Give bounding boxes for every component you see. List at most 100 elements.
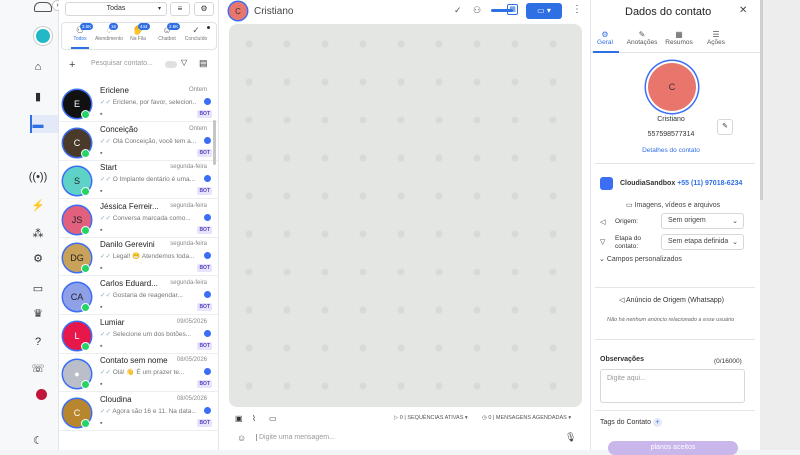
new-conversation-button[interactable]: + — [69, 59, 75, 71]
actions-icon: ☰ — [712, 30, 720, 39]
contact-name: Lumiar — [100, 317, 125, 327]
contact-date: 09/05/2026 — [176, 318, 207, 325]
ticket-icon[interactable]: ▭ — [31, 282, 45, 296]
search-input[interactable]: Pesquisar contato... — [91, 60, 153, 67]
unread-indicator — [204, 175, 211, 183]
contact-row[interactable]: E Ericlene Ontem ✓✓ Ericlene, por favor,… — [59, 84, 218, 122]
bot-badge: BOT — [197, 264, 212, 273]
contact-row[interactable]: S Start segunda-feira ✓✓ O Implante dent… — [59, 161, 218, 200]
menu-button[interactable]: ≡ — [170, 2, 190, 16]
contact-name: Cloudina — [100, 394, 132, 404]
custom-fields-toggle[interactable]: ⌄ Campos personalizados — [599, 255, 682, 263]
microphone-icon[interactable]: 🎙 — [565, 432, 576, 443]
whatsapp-icon — [81, 225, 90, 235]
bot-badge: BOT — [197, 110, 212, 118]
settings-button[interactable]: ⚙ — [194, 2, 214, 16]
contact-row[interactable]: L Lumiar 09/05/2026 ✓✓ Selecione um dos … — [59, 316, 218, 354]
media-files-link[interactable]: ▭ Imagens, vídeos e arquivos — [626, 201, 720, 209]
add-tag-button[interactable]: + — [652, 418, 662, 427]
chart-icon[interactable]: ▮ — [31, 90, 45, 104]
edit-contact-button[interactable]: ✎ — [717, 119, 733, 135]
contact-date: Ontem — [188, 87, 207, 93]
crown-icon[interactable]: ♛ — [31, 307, 45, 321]
contact-row[interactable]: C Cloudina 08/05/2026 ✓✓ Agora são 16 e … — [59, 393, 218, 431]
scheduled-label: MENSAGENS AGENDADAS — [495, 415, 567, 421]
tab-ações[interactable]: ☰ Ações — [697, 30, 735, 46]
quick-reply-icon[interactable]: ▭ — [269, 414, 277, 423]
contact-name: Contato sem nome — [100, 356, 168, 366]
stage-select[interactable]: Sem etapa definida ⌄ — [661, 234, 744, 250]
users-icon[interactable]: ⚇ — [473, 5, 481, 16]
whatsapp-icon — [81, 418, 90, 428]
megaphone-icon: ◁ — [600, 219, 606, 226]
chat-contact-avatar[interactable]: C — [229, 2, 247, 20]
list-scrollbar[interactable] — [213, 120, 216, 165]
broadcast-icon[interactable]: ((•)) — [29, 170, 48, 184]
conversation-filter-select[interactable]: Todas ▾ — [65, 2, 167, 16]
bot-badge: BOT — [197, 303, 212, 311]
user-avatar[interactable] — [34, 27, 52, 45]
funnel-icon: ▽ — [600, 239, 606, 246]
tab-geral[interactable]: ⚙ Geral — [586, 30, 624, 46]
origin-select[interactable]: Sem origem ⌄ — [661, 213, 744, 229]
support-icon[interactable]: ☏ — [31, 362, 45, 376]
emoji-icon[interactable]: ☺ — [237, 433, 246, 443]
tab-label: Atendimento — [94, 36, 124, 42]
chat-icon[interactable]: ▬ — [31, 118, 45, 132]
calendar-icon[interactable]: ▦ — [507, 4, 518, 15]
ad-title-text: Anúncio de Origem (Whatsapp) — [625, 297, 724, 304]
gear-icon: ⚙ — [601, 30, 609, 39]
tab-na-fila[interactable]: ✋ Na Fila 444 — [123, 23, 153, 48]
last-message: ✓✓ Gostaria de reagendar... — [100, 291, 196, 299]
tab-concluído[interactable]: ✓ Concluído — [181, 24, 211, 48]
tag-chip[interactable]: planos aceitos — [608, 441, 738, 455]
more-options-icon[interactable]: ⋮ — [572, 4, 582, 15]
flow-icon[interactable]: ⁂ — [31, 227, 45, 241]
origin-value: Sem origem — [668, 217, 706, 224]
check-icon[interactable]: ✓ — [454, 5, 462, 16]
contact-avatar-large[interactable]: C — [648, 63, 696, 111]
tab-label: Resumos — [665, 39, 693, 46]
bot-badge: BOT — [197, 148, 212, 157]
tab-resumos[interactable]: ▦ Resumos — [660, 30, 698, 46]
home-icon[interactable]: ⌂ — [31, 60, 45, 74]
tab-atendimento[interactable]: ◌ Atendimento 16 — [94, 23, 124, 48]
moon-icon[interactable]: ☾ — [31, 434, 45, 448]
toggle-switch[interactable] — [165, 61, 177, 68]
contact-details-link[interactable]: Detalhes do contato — [591, 147, 751, 154]
template-icon[interactable]: ▣ — [235, 414, 243, 423]
tab-chatbot[interactable]: ☺ Chatbot 2.8K — [152, 23, 182, 48]
message-input[interactable]: Digite uma mensagem... — [256, 434, 335, 441]
contact-row[interactable]: C Conceição Ontem ✓✓ Olá Conceição, você… — [59, 123, 218, 161]
contact-row[interactable]: JS Jéssica Ferreir... segunda-feira ✓✓ C… — [59, 200, 218, 238]
close-icon[interactable]: ✕ — [739, 5, 747, 16]
image-icon: ▭ — [626, 202, 635, 209]
notes-label: Observações — [600, 356, 644, 363]
tab-anotações[interactable]: ✎ Anotações — [623, 30, 661, 46]
filter-icon[interactable]: ▽ — [181, 58, 187, 67]
image-icon: ▪ — [100, 111, 103, 118]
help-icon[interactable]: ? — [31, 335, 45, 349]
gear-icon[interactable]: ⚙ — [31, 252, 45, 266]
active-sequences-button[interactable]: ▷ 0 | SEQUÊNCIAS ATIVAS ▾ — [394, 415, 468, 421]
whatsapp-icon — [81, 341, 90, 351]
last-message-text: Olá Conceição, você tem a... — [112, 137, 196, 145]
channel-info[interactable]: CloudiaSandbox +55 (11) 97018-6234 — [620, 180, 742, 187]
compose-icon[interactable]: ▤ — [199, 58, 208, 69]
tab-label: Todos — [73, 36, 87, 42]
contact-date: segunda-feira — [170, 241, 207, 248]
contact-row[interactable]: DG Danilo Gerevini segunda-feira ✓✓ Lega… — [59, 238, 218, 277]
sequences-count: 0 — [399, 415, 403, 421]
tab-todos[interactable]: ⚇ Todos 3.5K — [65, 23, 95, 49]
contact-row[interactable]: CA Carlos Eduard... segunda-feira ✓✓ Gos… — [59, 277, 218, 315]
notes-textarea[interactable]: Digite aqui... — [600, 369, 745, 403]
scheduled-messages-button[interactable]: ◷ 0 | MENSAGENS AGENDADAS ▾ — [482, 415, 571, 421]
record-icon[interactable] — [36, 389, 47, 400]
last-message: ✓✓ O Implante dentário é uma... — [100, 175, 196, 183]
contact-row[interactable]: ● Contato sem nome 08/05/2026 ✓✓ Olá! 👋 … — [59, 354, 218, 393]
panel-scrollbar[interactable] — [760, 0, 763, 200]
attachment-icon[interactable]: ⌇ — [252, 414, 256, 423]
transfer-button[interactable]: ▭ ▾ — [526, 3, 562, 19]
image-icon: ▪ — [100, 304, 103, 311]
lightning-icon[interactable]: ⚡ — [31, 199, 45, 213]
